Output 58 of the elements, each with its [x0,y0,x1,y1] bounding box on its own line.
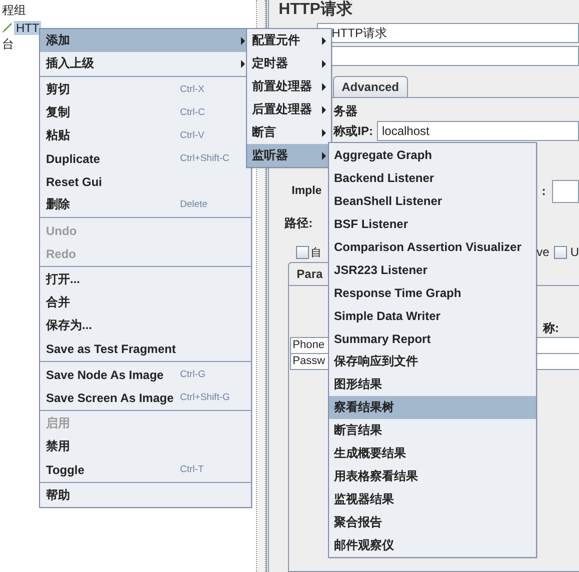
menu-item[interactable]: Save Node As Image Ctrl-G [40,363,251,386]
menu-item[interactable]: 定时器 [247,52,331,75]
shortcut-label: Ctrl+Shift-G [180,392,231,403]
text-field[interactable] [552,180,579,202]
host-field[interactable]: localhost [376,121,579,141]
tab[interactable]: Advanced [332,76,408,97]
menu-item[interactable]: 察看结果树 [329,396,536,419]
menu-item[interactable]: Toggle Ctrl-T [40,458,251,481]
tree-item[interactable]: 台 [0,36,16,53]
shortcut-label: Ctrl-V [180,130,206,141]
checkbox-label: 自 [310,246,322,260]
shortcut-label: Ctrl-C [180,107,206,118]
menu-item[interactable]: 打开... [40,268,251,291]
panel-title: HTTP请求 [278,1,354,19]
checkbox-label: U [570,245,579,259]
menu-item[interactable]: 邮件观察仪 [329,534,536,557]
menu-item[interactable]: 前置处理器 [247,75,331,98]
menu-item[interactable]: 聚合报告 [329,511,536,534]
shortcut-label: Delete [180,199,208,210]
shortcut-label: Ctrl-G [180,369,206,380]
menu-item[interactable]: 监视器结果 [329,488,536,511]
menu-item[interactable]: 帮助 [40,484,251,507]
menu-item[interactable]: Save as Test Fragment [40,337,251,360]
checkbox[interactable] [296,246,309,258]
menu-item[interactable]: 禁用 [40,435,251,458]
menu-item[interactable]: 生成概要结果 [329,442,536,465]
menu-item[interactable]: 后置处理器 [247,98,331,121]
menu-item[interactable]: 断言 [247,121,331,144]
tree-item[interactable]: HTT [14,20,42,34]
menu-item[interactable]: 保存为... [40,314,251,337]
menu-item[interactable]: Save Screen As Image Ctrl+Shift-G [40,386,251,409]
checkbox[interactable] [554,246,568,258]
menu-item[interactable]: Reset Gui [40,170,251,193]
column-header: 称: [543,320,559,336]
colon-label: : [542,184,546,198]
menu-item[interactable]: 图形结果 [329,373,536,396]
menu-item[interactable]: 合并 [40,291,251,314]
shortcut-label: Ctrl-T [180,464,205,475]
menu-item[interactable]: 监听器 [247,144,331,167]
menu-item[interactable]: BSF Listener [329,212,536,235]
menu-item[interactable]: 断言结果 [329,419,536,442]
menu-item[interactable]: BeanShell Listener [329,189,536,212]
path-label: 路径: [284,214,313,232]
menu-item[interactable]: Comparison Assertion Visualizer [329,235,536,258]
shortcut-label: Ctrl+Shift-C [180,153,230,164]
host-label: 称或IP: [334,122,373,140]
menu-item[interactable]: Simple Data Writer [329,304,536,327]
checkbox-label: ve [536,245,550,259]
menu-item[interactable]: Aggregate Graph [329,143,536,166]
menu-item[interactable]: 用表格察看结果 [329,465,536,488]
name-field[interactable]: HTTP请求 [316,23,579,43]
pen-icon [1,22,12,34]
menu-item[interactable]: Backend Listener [329,166,536,189]
implementation-label: Imple [292,185,322,197]
section-legend: 务器 [334,102,358,120]
shortcut-label: Ctrl-X [180,84,206,95]
tree-item[interactable]: 程组 [0,2,28,19]
menu-item[interactable]: 删除 Delete [40,193,251,216]
